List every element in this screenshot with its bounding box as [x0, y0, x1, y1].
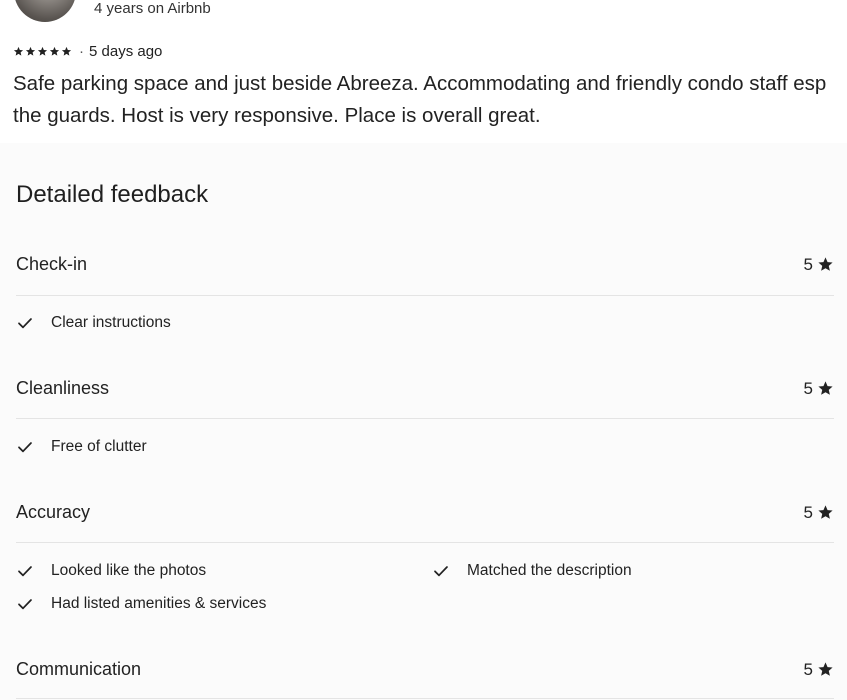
category-row-check-in: Check-in 5 — [16, 254, 834, 275]
divider — [16, 542, 834, 543]
feedback-tag-label: Looked like the photos — [51, 562, 207, 579]
rating-separator: · — [79, 43, 84, 60]
star-icon — [818, 257, 833, 271]
review-rating-row: · 5 days ago — [13, 43, 162, 60]
score-value: 5 — [803, 659, 813, 679]
check-icon — [18, 566, 32, 577]
feedback-tag: Looked like the photos — [17, 562, 206, 580]
feedback-tag-label: Had listed amenities & services — [51, 595, 267, 612]
star-icon — [25, 46, 36, 56]
category-score: 5 — [804, 660, 834, 680]
review-date: 5 days ago — [89, 43, 163, 60]
section-title: Detailed feedback — [16, 181, 209, 208]
review-text: Safe parking space and just beside Abree… — [13, 72, 827, 127]
category-row-cleanliness: Cleanliness 5 — [16, 378, 834, 399]
feedback-tag: Matched the description — [433, 562, 632, 580]
category-label: Check-in — [16, 254, 88, 274]
check-icon — [18, 318, 32, 329]
divider — [16, 698, 834, 699]
feedback-tag: Had listed amenities & services — [17, 595, 266, 613]
category-label: Accuracy — [16, 502, 91, 522]
feedback-tag-label: Free of clutter — [51, 438, 147, 455]
score-value: 5 — [803, 502, 813, 522]
star-icon — [818, 505, 833, 519]
score-value: 5 — [803, 254, 813, 274]
category-label: Cleanliness — [16, 378, 110, 398]
star-icon — [13, 46, 24, 56]
detailed-feedback-panel: Detailed feedback Check-in 5 Clear instr… — [0, 143, 847, 700]
feedback-tag: Free of clutter — [17, 438, 147, 456]
category-row-accuracy: Accuracy 5 — [16, 502, 834, 523]
reviewer-tenure: 4 years on Airbnb — [94, 0, 211, 17]
category-row-communication: Communication 5 — [16, 659, 834, 680]
avatar[interactable] — [14, 0, 76, 22]
category-score: 5 — [804, 503, 834, 523]
star-icon — [818, 381, 833, 395]
divider — [16, 295, 834, 296]
category-label: Communication — [16, 659, 142, 679]
check-icon — [18, 442, 32, 453]
check-icon — [18, 599, 32, 610]
star-icon — [818, 662, 833, 676]
check-icon — [434, 566, 448, 577]
category-score: 5 — [804, 379, 834, 399]
category-score: 5 — [804, 255, 834, 275]
star-icon — [37, 46, 48, 56]
feedback-tag-label: Matched the description — [467, 562, 632, 579]
feedback-tag: Clear instructions — [17, 314, 171, 332]
review-stars — [13, 46, 72, 57]
divider — [16, 418, 834, 419]
review-card: 4 years on Airbnb · 5 days ago Safe park… — [0, 0, 847, 143]
star-icon — [49, 46, 60, 56]
score-value: 5 — [803, 378, 813, 398]
feedback-tag-label: Clear instructions — [51, 314, 171, 331]
star-icon — [61, 46, 72, 56]
